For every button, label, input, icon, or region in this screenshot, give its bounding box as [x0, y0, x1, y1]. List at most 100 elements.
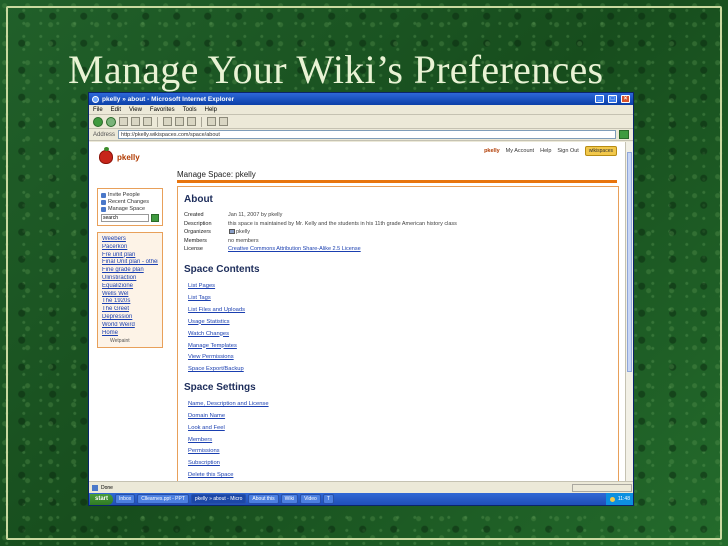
wikispaces-badge[interactable]: wikispaces	[584, 146, 617, 156]
minimize-button[interactable]: _	[595, 95, 604, 103]
sidebar-navigation: Weebers Pacerkon Fre unit plan Final Uni…	[97, 232, 163, 349]
nav-item[interactable]: Ulinstiraction	[102, 275, 158, 283]
taskbar-item[interactable]: About this	[248, 494, 279, 504]
address-input[interactable]: http://pkelly.wikispaces.com/space/about	[118, 130, 616, 139]
menu-bar: File Edit View Favorites Tools Help	[89, 105, 633, 115]
about-row-organizers: Organizers pkelly	[184, 229, 251, 236]
history-button[interactable]	[187, 117, 196, 126]
domain-name-link[interactable]: Domain Name	[184, 411, 612, 423]
tray-icon[interactable]	[609, 496, 615, 502]
scrollbar-thumb[interactable]	[627, 152, 632, 372]
title-bar: pkelly » about - Microsoft Internet Expl…	[89, 93, 633, 105]
window-title: pkelly » about - Microsoft Internet Expl…	[102, 95, 235, 103]
about-row-description: Description this space is maintained by …	[184, 220, 457, 227]
status-zone-panel	[572, 483, 632, 492]
stop-button[interactable]	[119, 117, 128, 126]
sidebar-tool-recent-changes[interactable]: Recent Changes	[101, 199, 159, 205]
search-button[interactable]	[163, 117, 172, 126]
status-text: Done	[101, 484, 113, 491]
space-contents-links: List Pages List Tags List Files and Uplo…	[184, 281, 612, 376]
nav-item[interactable]: Fre unit plan	[102, 252, 158, 260]
sidebar-tool-manage-space[interactable]: Manage Space	[101, 206, 159, 212]
forward-button[interactable]	[106, 116, 116, 127]
sign-out-link[interactable]: Sign Out	[557, 148, 578, 154]
search-input[interactable]: search	[101, 214, 149, 222]
back-button[interactable]	[93, 116, 103, 127]
clock: 11:48	[617, 496, 630, 502]
about-row-created: Created Jan 11, 2007 by pkelly	[184, 212, 283, 218]
about-heading: About	[184, 194, 213, 205]
start-button[interactable]: start	[90, 493, 114, 505]
home-button[interactable]	[143, 117, 152, 126]
list-pages-link[interactable]: List Pages	[184, 281, 612, 293]
print-button[interactable]	[219, 117, 228, 126]
vertical-scrollbar[interactable]	[625, 142, 633, 483]
my-account-link[interactable]: My Account	[506, 148, 534, 154]
internet-explorer-icon	[92, 95, 99, 103]
invite-icon	[101, 192, 106, 198]
menu-edit[interactable]: Edit	[111, 107, 121, 113]
nav-item[interactable]: World Weird	[102, 322, 158, 330]
nav-item[interactable]: Depression	[102, 314, 158, 322]
nav-item[interactable]: The 1920s	[102, 298, 158, 306]
nav-item[interactable]: Wells Wel	[102, 291, 158, 299]
taskbar-item[interactable]: Inbox	[115, 494, 136, 504]
members-link[interactable]: Members	[184, 435, 612, 447]
slide-title: Manage Your Wiki’s Preferences	[68, 47, 604, 92]
powered-by[interactable]: Wetpaint	[102, 338, 158, 344]
nav-item[interactable]: Fine grade plan	[102, 267, 158, 275]
menu-view[interactable]: View	[129, 107, 142, 113]
toolbar	[89, 115, 633, 129]
license-link[interactable]: Creative Commons Attribution Share-Alike…	[228, 245, 361, 254]
menu-tools[interactable]: Tools	[183, 107, 197, 113]
menu-file[interactable]: File	[93, 107, 103, 113]
close-button[interactable]: ×	[621, 95, 630, 103]
nav-item[interactable]: Final Unit plan - other	[102, 259, 158, 267]
usage-statistics-link[interactable]: Usage Statistics	[184, 317, 612, 329]
mail-button[interactable]	[207, 117, 216, 126]
manage-space-icon	[101, 206, 106, 212]
taskbar-item-active[interactable]: pkelly » about - Micro	[190, 494, 247, 504]
taskbar-item[interactable]: Wiki	[280, 494, 299, 504]
help-link[interactable]: Help	[540, 148, 551, 154]
maximize-button[interactable]: □	[608, 95, 617, 103]
favorites-button[interactable]	[175, 117, 184, 126]
address-bar: Address http://pkelly.wikispaces.com/spa…	[89, 129, 633, 141]
refresh-button[interactable]	[131, 117, 140, 126]
menu-help[interactable]: Help	[205, 107, 217, 113]
sidebar-tool-invite[interactable]: Invite People	[101, 192, 159, 198]
search-go-button[interactable]	[151, 214, 159, 222]
nav-item[interactable]: The Greet	[102, 306, 158, 314]
manage-space-panel: About Created Jan 11, 2007 by pkelly Des…	[177, 186, 619, 483]
taskbar-item[interactable]: Video	[300, 494, 321, 504]
taskbar-item[interactable]: T	[322, 494, 334, 504]
list-tags-link[interactable]: List Tags	[184, 293, 612, 305]
nav-item[interactable]: Home	[102, 330, 158, 338]
watch-changes-link[interactable]: Watch Changes	[184, 329, 612, 341]
toolbar-separator	[157, 116, 158, 127]
view-permissions-link[interactable]: View Permissions	[184, 352, 612, 364]
taskbar-item[interactable]: Cllearnes.ppt - PPT	[137, 494, 189, 504]
manage-templates-link[interactable]: Manage Templates	[184, 341, 612, 353]
system-tray: 11:48	[605, 493, 633, 505]
menu-favorites[interactable]: Favorites	[150, 107, 175, 113]
name-description-link[interactable]: Name, Description and License	[184, 399, 612, 411]
space-export-link[interactable]: Space Export/Backup	[184, 364, 612, 376]
subscription-link[interactable]: Subscription	[184, 458, 612, 470]
sidebar-search: search	[101, 214, 159, 222]
nav-item[interactable]: Weebers	[102, 236, 158, 244]
go-button[interactable]	[619, 130, 629, 139]
nav-item[interactable]: Pacerkon	[102, 244, 158, 252]
look-and-feel-link[interactable]: Look and Feel	[184, 423, 612, 435]
list-files-link[interactable]: List Files and Uploads	[184, 305, 612, 317]
space-contents-heading: Space Contents	[184, 263, 260, 275]
nav-item[interactable]: Equalizione	[102, 283, 158, 291]
about-row-license: License Creative Commons Attribution Sha…	[184, 245, 361, 254]
user-link[interactable]: pkelly	[484, 148, 500, 154]
browser-window: pkelly » about - Microsoft Internet Expl…	[88, 92, 634, 506]
account-links: pkelly My Account Help Sign Out wikispac…	[484, 146, 617, 156]
sidebar-tools: Invite People Recent Changes Manage Spac…	[97, 188, 163, 226]
space-logo[interactable]: pkelly	[99, 147, 140, 164]
permissions-link[interactable]: Permissions	[184, 446, 612, 458]
manage-space-heading: Manage Space: pkelly	[177, 170, 256, 179]
